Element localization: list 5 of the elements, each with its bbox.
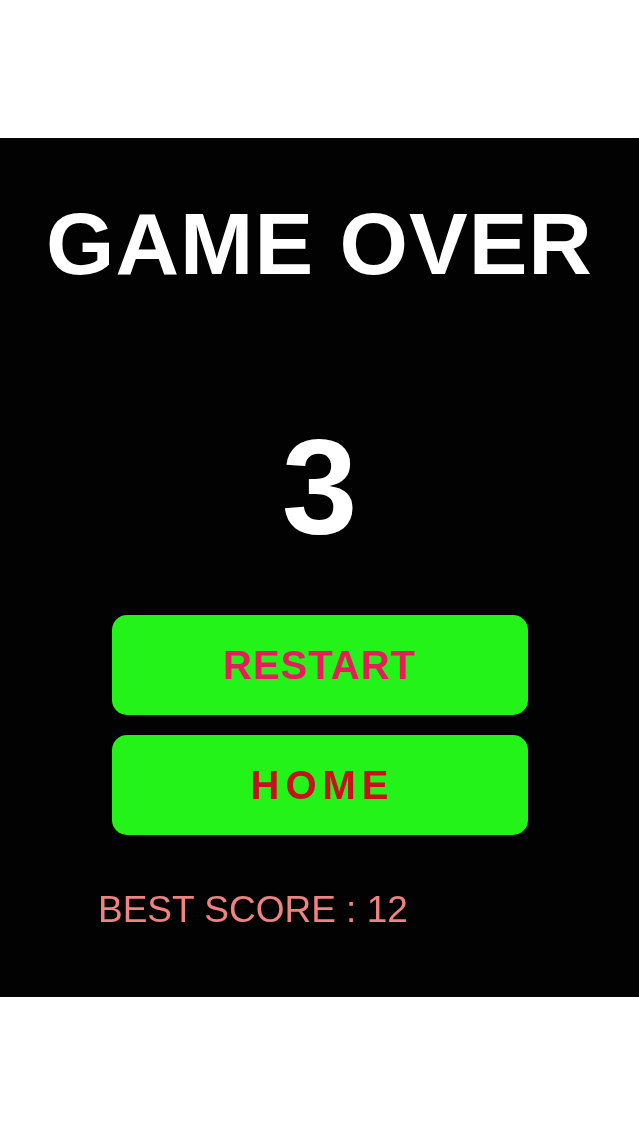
restart-button[interactable]: RESTART [111, 615, 528, 715]
best-score-text: BEST SCORE : 12 [98, 891, 408, 928]
home-button[interactable]: HOME [111, 735, 528, 835]
score-value: 3 [281, 418, 358, 554]
game-over-title: GAME OVER [46, 200, 593, 288]
